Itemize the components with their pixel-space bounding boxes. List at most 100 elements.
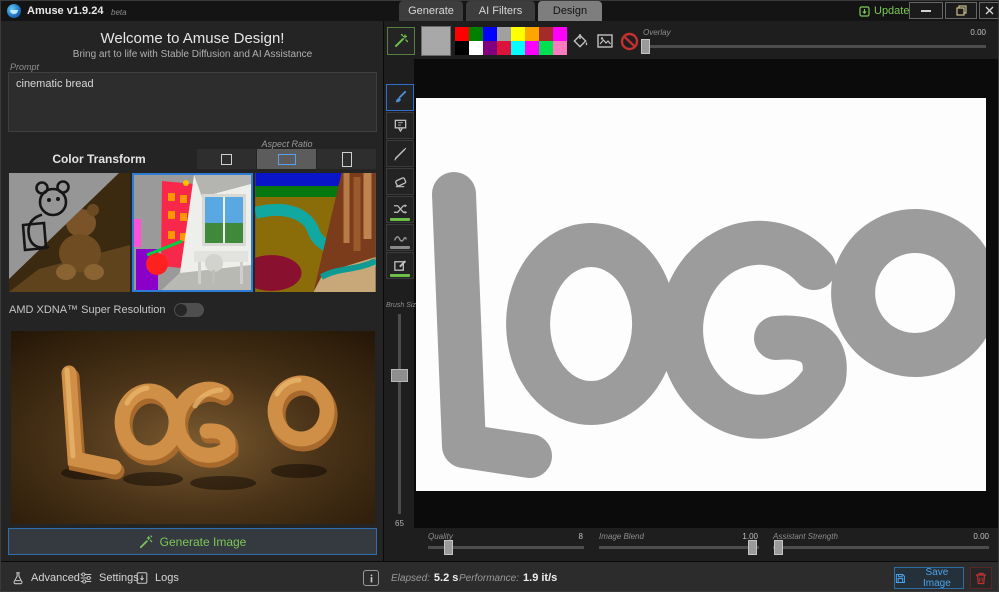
palette-swatch[interactable]: [483, 41, 497, 55]
drawing-canvas[interactable]: [416, 98, 986, 491]
palette-swatch[interactable]: [525, 41, 539, 55]
advanced-label: Advanced: [31, 572, 80, 584]
palette-swatch[interactable]: [455, 41, 469, 55]
assistant-strength-slider-track[interactable]: [773, 546, 989, 549]
tab-ai-filters[interactable]: AI Filters: [466, 1, 535, 21]
welcome-subtitle: Bring art to life with Stable Diffusion …: [1, 49, 384, 60]
square-aspect-icon: [221, 154, 232, 165]
elapsed-metric: Elapsed: 5.2 s: [391, 562, 458, 592]
logs-button[interactable]: Logs: [135, 562, 179, 592]
super-resolution-row: AMD XDNA™ Super Resolution: [9, 303, 204, 317]
portrait-aspect-icon: [342, 152, 352, 167]
settings-label: Settings: [99, 572, 139, 584]
pen-tool[interactable]: [386, 140, 414, 167]
ai-assist-wand-tool[interactable]: [387, 27, 415, 55]
super-resolution-label: AMD XDNA™ Super Resolution: [9, 304, 166, 316]
restore-icon: [956, 5, 967, 16]
update-label: Update: [874, 5, 909, 17]
palette-swatch[interactable]: [483, 27, 497, 41]
close-button[interactable]: [979, 2, 999, 19]
quality-slider-thumb[interactable]: [444, 540, 453, 555]
palette-swatch[interactable]: [511, 27, 525, 41]
scribble-tool[interactable]: [386, 224, 414, 251]
prompt-input[interactable]: cinematic bread: [8, 72, 377, 132]
palette-swatch[interactable]: [539, 27, 553, 41]
toggle-knob: [175, 304, 187, 316]
generate-image-button[interactable]: Generate Image: [8, 528, 377, 555]
update-button[interactable]: Update: [859, 3, 909, 19]
info-button[interactable]: [363, 570, 379, 586]
stamp-icon: [393, 118, 408, 133]
flask-icon: [11, 571, 25, 585]
brush-size-value: 65: [391, 519, 408, 528]
aspect-landscape-button[interactable]: [257, 149, 316, 169]
save-image-label: Save Image: [911, 567, 963, 589]
eraser-tool[interactable]: [386, 168, 414, 195]
palette-swatch[interactable]: [469, 41, 483, 55]
shuffle-tool[interactable]: [386, 196, 414, 223]
brush-icon: [393, 90, 408, 105]
clear-prohibition-button[interactable]: [619, 31, 639, 51]
palette-swatch[interactable]: [553, 27, 567, 41]
settings-button[interactable]: Settings: [79, 562, 139, 592]
image-transfer-button[interactable]: [595, 31, 615, 51]
stamp-tool[interactable]: [386, 112, 414, 139]
aspect-portrait-button[interactable]: [317, 149, 376, 169]
image-blend-slider-thumb[interactable]: [748, 540, 757, 555]
image-blend-slider-track[interactable]: [599, 546, 759, 549]
save-image-button[interactable]: Save Image: [894, 567, 964, 589]
info-icon: [367, 574, 376, 583]
palette-swatch[interactable]: [553, 41, 567, 55]
image-transfer-icon: [596, 32, 614, 50]
assistant-strength-slider-thumb[interactable]: [774, 540, 783, 555]
settings-sliders-icon: [79, 571, 93, 585]
aspect-square-button[interactable]: [197, 149, 256, 169]
overlay-slider-thumb[interactable]: [641, 39, 650, 54]
overlay-slider-track[interactable]: [643, 45, 986, 48]
generate-image-label: Generate Image: [160, 535, 247, 549]
restore-button[interactable]: [945, 2, 977, 19]
landscape-aspect-icon: [278, 154, 296, 165]
welcome-title: Welcome to Amuse Design!: [1, 30, 384, 47]
logs-label: Logs: [155, 572, 179, 584]
elapsed-label: Elapsed:: [391, 573, 430, 584]
brush-tool[interactable]: [386, 84, 414, 111]
color-transform-thumbnail-room-selected[interactable]: [132, 173, 253, 292]
close-icon: [985, 6, 994, 15]
edit-enabled-indicator: [390, 274, 410, 277]
brush-size-track[interactable]: [398, 314, 401, 514]
overlay-slider-value: 0.00: [936, 28, 986, 37]
palette-swatch[interactable]: [525, 27, 539, 41]
status-bar: Advanced Settings Logs Elapsed:: [1, 561, 999, 592]
color-transform-thumbnail-canyon[interactable]: [255, 173, 376, 292]
save-icon: [895, 573, 906, 584]
aspect-ratio-label: Aspect Ratio: [197, 139, 377, 149]
palette-swatch[interactable]: [497, 27, 511, 41]
super-resolution-toggle[interactable]: [174, 303, 204, 317]
assistant-strength-slider-value: 0.00: [937, 532, 989, 541]
scribble-icon: [393, 232, 408, 244]
edit-canvas-tool[interactable]: [386, 252, 414, 279]
palette-swatch[interactable]: [539, 41, 553, 55]
amuse-logo-icon: [7, 4, 21, 18]
generated-image-preview[interactable]: [11, 331, 375, 524]
current-color-swatch[interactable]: [421, 26, 451, 56]
palette-swatch[interactable]: [469, 27, 483, 41]
left-panel: Welcome to Amuse Design! Bring art to li…: [1, 21, 384, 561]
brush-size-thumb[interactable]: [391, 369, 408, 382]
tab-design[interactable]: Design: [538, 1, 602, 21]
palette-swatch[interactable]: [455, 27, 469, 41]
magic-wand-icon: [393, 33, 409, 49]
color-transform-thumbnail-sketch-bear[interactable]: [9, 173, 130, 292]
advanced-button[interactable]: Advanced: [11, 562, 80, 592]
palette-swatch[interactable]: [497, 41, 511, 55]
app-title: Amuse v1.9.24: [27, 5, 103, 17]
fill-bucket-button[interactable]: [571, 31, 591, 51]
pen-icon: [393, 146, 408, 161]
minimize-button[interactable]: [909, 2, 943, 19]
palette-swatch[interactable]: [511, 41, 525, 55]
elapsed-value: 5.2 s: [434, 572, 458, 584]
minimize-icon: [921, 10, 931, 12]
tab-generate[interactable]: Generate: [399, 1, 463, 21]
delete-image-button[interactable]: [970, 567, 992, 589]
